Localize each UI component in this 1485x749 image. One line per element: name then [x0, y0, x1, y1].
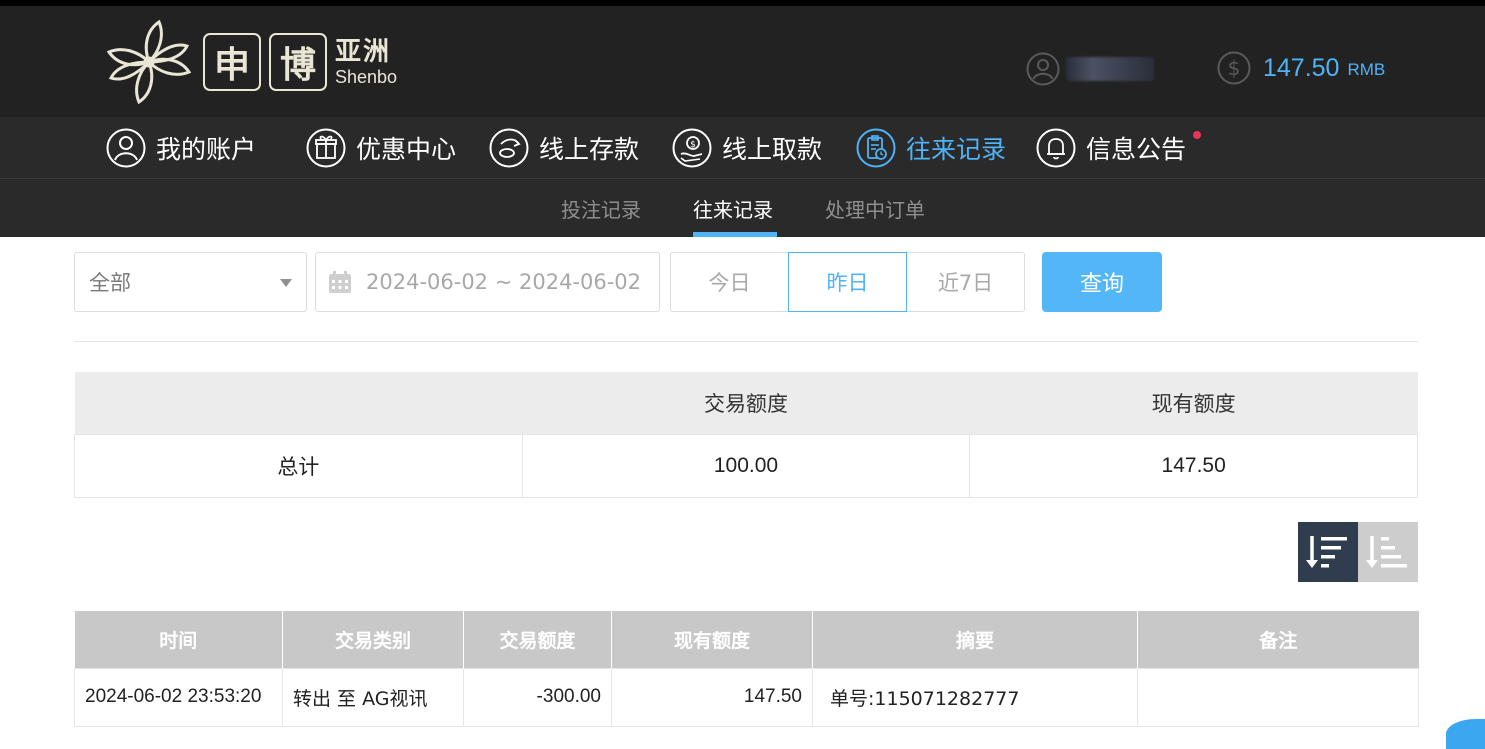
- site-logo[interactable]: 申 博 亚洲 Shenbo: [103, 18, 397, 106]
- cell-summary: 单号:115071282777: [812, 667, 1138, 727]
- col-header-summary[interactable]: 摘要: [812, 611, 1138, 668]
- user-account[interactable]: [1026, 52, 1154, 86]
- chevron-down-icon: [280, 279, 292, 287]
- notification-dot: [1193, 131, 1202, 139]
- nav-item-my-account[interactable]: 我的账户: [106, 117, 256, 179]
- logo-en-text: Shenbo: [335, 66, 398, 87]
- divider: [74, 341, 1418, 342]
- deposit-icon: [489, 128, 529, 168]
- nav-item-announcements[interactable]: 信息公告: [1036, 117, 1202, 179]
- balance-value: 147.50: [1263, 53, 1340, 82]
- svg-text:$: $: [690, 140, 696, 150]
- summary-table: 交易额度 现有额度 总计 100.00 147.50: [74, 372, 1418, 498]
- user-icon: [106, 128, 146, 168]
- tab-transaction-records[interactable]: 往来记录: [693, 179, 773, 237]
- header: 申 博 亚洲 Shenbo $ 147.50 RMB: [0, 6, 1485, 117]
- col-header-balance[interactable]: 现有额度: [611, 611, 813, 668]
- nav-label: 信息公告: [1086, 135, 1187, 164]
- nav-label: 往来记录: [906, 135, 1007, 164]
- type-select[interactable]: 全部: [74, 252, 307, 312]
- logo-char-box: 申: [203, 33, 261, 91]
- nav-label: 线上存款: [539, 135, 640, 164]
- range-7days-button[interactable]: 近7日: [906, 252, 1025, 312]
- cell-type: 转出 至 AG视讯: [282, 667, 464, 727]
- logo-text: 亚洲 Shenbo: [335, 39, 397, 86]
- table-row: 2024-06-02 23:53:20 转出 至 AG视讯 -300.00 14…: [74, 667, 1419, 727]
- nav-item-records[interactable]: 往来记录: [856, 117, 1006, 179]
- cell-time: 2024-06-02 23:53:20: [74, 667, 283, 727]
- quick-range-group: 今日 昨日 近7日: [670, 252, 1025, 312]
- svg-text:$: $: [1228, 56, 1241, 80]
- summary-row: 总计 100.00 147.50: [74, 433, 1418, 498]
- sort-desc-button[interactable]: [1298, 522, 1358, 582]
- summary-header-transaction: 交易额度: [522, 372, 970, 434]
- summary-transaction-value: 100.00: [521, 433, 971, 498]
- cell-balance: 147.50: [611, 667, 813, 727]
- nav-label: 我的账户: [156, 135, 257, 164]
- cell-amount: -300.00: [463, 667, 612, 727]
- sort-toggle: [1298, 522, 1418, 582]
- username-masked: [1066, 57, 1154, 81]
- summary-header-empty: [74, 372, 523, 434]
- records-icon: [856, 128, 896, 168]
- sort-asc-button[interactable]: [1358, 522, 1418, 582]
- user-avatar-icon: [1026, 52, 1060, 86]
- nav-item-deposit[interactable]: 线上存款: [489, 117, 639, 179]
- tab-bet-records[interactable]: 投注记录: [561, 179, 641, 237]
- range-yesterday-button[interactable]: 昨日: [788, 252, 907, 312]
- withdraw-icon: $: [672, 128, 712, 168]
- balance-currency: RMB: [1347, 60, 1386, 79]
- cell-note: [1137, 667, 1419, 727]
- main-nav: 我的账户 优惠中心 线上存款 $ 线上取款 往来记录 信息公告: [0, 117, 1485, 179]
- records-table: 时间 交易类别 交易额度 现有额度 摘要 备注 2024-06-02 23:53…: [74, 611, 1419, 727]
- flower-logo-icon: [106, 19, 192, 105]
- col-header-note[interactable]: 备注: [1137, 611, 1419, 668]
- gift-icon: [306, 128, 346, 168]
- date-range-input[interactable]: 2024-06-02 ~ 2024-06-02: [315, 252, 660, 312]
- dollar-icon: $: [1217, 51, 1251, 85]
- active-tab-indicator: [693, 232, 777, 237]
- summary-total-label: 总计: [74, 433, 523, 498]
- col-header-type[interactable]: 交易类别: [282, 611, 464, 668]
- bell-icon: [1036, 128, 1076, 168]
- logo-char-box: 博: [269, 33, 327, 91]
- nav-item-promotions[interactable]: 优惠中心: [306, 117, 456, 179]
- nav-label: 线上取款: [722, 135, 823, 164]
- tab-pending-orders[interactable]: 处理中订单: [825, 179, 925, 237]
- sort-asc-icon: [1366, 536, 1407, 568]
- col-header-amount[interactable]: 交易额度: [463, 611, 612, 668]
- calendar-icon: [329, 271, 351, 293]
- sub-nav: 投注记录 往来记录 处理中订单: [0, 179, 1485, 237]
- sort-desc-icon: [1306, 536, 1347, 568]
- col-header-time[interactable]: 时间: [74, 611, 283, 668]
- date-range-value: 2024-06-02 ~ 2024-06-02: [366, 270, 642, 294]
- summary-header-available: 现有额度: [969, 372, 1418, 434]
- nav-label: 优惠中心: [356, 135, 457, 164]
- search-button[interactable]: 查询: [1042, 252, 1162, 312]
- account-balance: $ 147.50 RMB: [1217, 50, 1385, 86]
- nav-item-withdraw[interactable]: $ 线上取款: [672, 117, 822, 179]
- floating-chat-button[interactable]: [1446, 719, 1485, 749]
- range-today-button[interactable]: 今日: [670, 252, 789, 312]
- logo-cn-text: 亚洲: [335, 36, 392, 67]
- type-select-value: 全部: [89, 271, 131, 295]
- summary-available-value: 147.50: [969, 433, 1418, 498]
